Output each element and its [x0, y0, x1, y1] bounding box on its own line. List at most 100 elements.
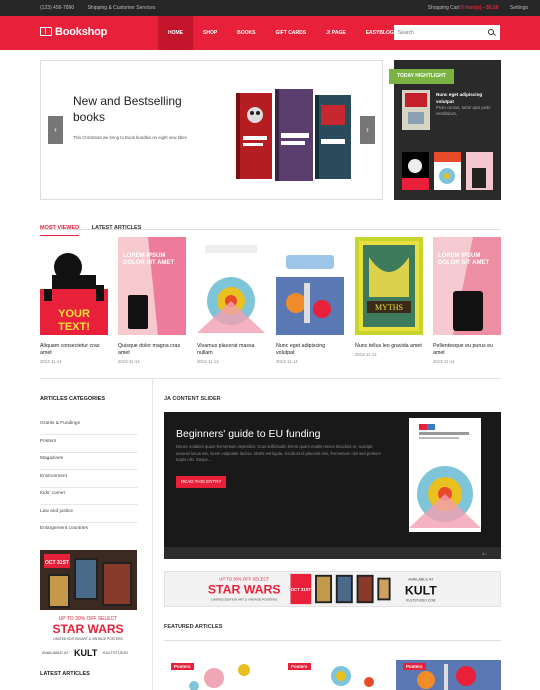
- category-link[interactable]: Environment: [40, 470, 138, 488]
- svg-text:YOUR: YOUR: [58, 308, 90, 320]
- side-ad-subtitle: LIMITED EDITION ART & VINTAGE POSTERS: [53, 637, 123, 641]
- cart-link[interactable]: Shopping Cart 0 item(s) - $0.00: [418, 5, 499, 11]
- highlight-book-thumb[interactable]: [402, 90, 430, 130]
- book-title: Aliquam consectetur cras amet: [40, 343, 100, 356]
- tab-latest-articles[interactable]: LATEST ARTICLES: [92, 225, 142, 235]
- featured-article[interactable]: Posters: [164, 660, 269, 690]
- top-bar: (123) 456-7890 Shipping & Customer Servi…: [0, 0, 540, 16]
- banner-promo: UP TO 30% OFF SELECT: [219, 577, 269, 582]
- book-cover: LOREM IPSUMDOLOR SIT AMET: [433, 237, 501, 335]
- article-tabs: MOST VIEWED LATEST ARTICLES: [40, 216, 501, 236]
- book-date: 2013-11-14: [40, 359, 62, 364]
- book-cover: YOURTEXT!: [40, 237, 108, 335]
- category-badge[interactable]: Posters: [288, 663, 311, 670]
- latest-articles-heading: LATEST ARTICLES: [40, 671, 90, 677]
- star-wars-banner[interactable]: UP TO 30% OFF SELECT STAR WARS LIMITED E…: [164, 571, 501, 607]
- tab-most-viewed[interactable]: MOST VIEWED: [40, 225, 80, 236]
- divider: [152, 378, 153, 690]
- slider-subtitle: This Christmas we bring to Book bundles …: [73, 135, 187, 140]
- book-date: 2013-11-14: [276, 359, 298, 364]
- book-date: 2013-11-14: [355, 352, 377, 357]
- category-badge[interactable]: Posters: [171, 663, 194, 670]
- nav-gift-cards[interactable]: GIFT CARDS: [266, 16, 317, 50]
- banner-kult: KULT: [405, 584, 437, 598]
- main-nav: HOME SHOP BOOKS GIFT CARDS J! PAGE EASYB…: [158, 16, 404, 50]
- side-ad-banner[interactable]: OCT 31ST UP TO 30% OFF SELECT STAR WARS …: [40, 550, 137, 660]
- category-link[interactable]: Magazines: [40, 452, 138, 470]
- book-title: Nunc eget adipiscing volutpat: [276, 343, 326, 356]
- book-title: Pellentesque eu purus eu amet: [433, 343, 494, 356]
- category-link[interactable]: Enlargement countries: [40, 522, 138, 540]
- nav-j-page[interactable]: J! PAGE: [316, 16, 356, 50]
- today-highlight: TODAY HIGHTLIGHT Nunc eget adipiscing vo…: [389, 60, 501, 200]
- nav-shop[interactable]: SHOP: [193, 16, 227, 50]
- highlight-thumbnails[interactable]: [402, 152, 494, 192]
- featured-heading: FEATURED ARTICLES: [164, 624, 501, 641]
- book-date: 2013-11-14: [433, 359, 455, 364]
- svg-text:DOLOR SIT AMET: DOLOR SIT AMET: [438, 260, 489, 266]
- side-ad-available: AVAILABLE AT: [42, 650, 69, 655]
- category-badge[interactable]: Posters: [403, 663, 426, 670]
- shipping-link[interactable]: Shipping & Customer Services: [88, 5, 156, 11]
- book-icon: [40, 27, 52, 36]
- category-link[interactable]: Grants & Fundings: [40, 417, 138, 435]
- nav-books[interactable]: BOOKS: [227, 16, 265, 50]
- book-card[interactable]: LOREM IPSUM DOLOR SIT AMET Pellentesque e…: [433, 237, 501, 364]
- book-cover: MYTHS: [355, 237, 423, 335]
- featured-article[interactable]: Posters: [396, 660, 501, 690]
- content-slider: Beginners' guide to EU funding Donec sod…: [164, 412, 501, 559]
- slider-title: New and Bestselling books: [73, 94, 182, 124]
- content-slider-image: [409, 418, 481, 532]
- content-slider-heading: JA CONTENT SLIDER: [164, 396, 221, 402]
- book-title: Nunc tellus leo gravida amet: [355, 343, 422, 349]
- category-link[interactable]: Law and justice: [40, 505, 138, 523]
- featured-article[interactable]: Posters: [281, 660, 386, 690]
- svg-text:MYTHS: MYTHS: [375, 303, 403, 312]
- svg-text:LOREM IPSUM: LOREM IPSUM: [123, 253, 165, 259]
- categories-heading: ARTICLES CATEGORIES: [40, 396, 105, 402]
- book-title: Vivamus placerat massa nullam: [197, 343, 255, 356]
- category-link[interactable]: Posters: [40, 435, 138, 453]
- book-card[interactable]: YOUR TEXT! Aliquam consectetur cras amet …: [40, 237, 108, 364]
- search-icon[interactable]: [488, 29, 494, 35]
- today-highlight-heading: TODAY HIGHTLIGHT: [389, 69, 454, 84]
- banner-site: KULTSTUDIO.COM: [406, 598, 435, 602]
- header: Bookshop HOME SHOP BOOKS GIFT CARDS J! P…: [0, 16, 540, 50]
- book-date: 2013-11-14: [197, 359, 219, 364]
- book-card[interactable]: Vivamus placerat massa nullam 2013-11-14: [197, 237, 265, 364]
- settings-link[interactable]: Settings: [510, 5, 528, 11]
- category-link[interactable]: Kids' corner: [40, 487, 138, 505]
- pagination-icon[interactable]: ●○: [482, 551, 487, 556]
- svg-text:DOLOR SIT AMET: DOLOR SIT AMET: [123, 260, 174, 266]
- nav-home[interactable]: HOME: [158, 16, 193, 50]
- book-cover: [197, 237, 265, 335]
- content-slider-bar: [164, 547, 501, 559]
- hero-slider: New and Bestselling books This Christmas…: [40, 60, 383, 200]
- svg-text:TEXT!: TEXT!: [58, 321, 90, 333]
- logo[interactable]: Bookshop: [40, 26, 107, 38]
- content-slider-title[interactable]: Beginners' guide to EU funding: [176, 428, 320, 440]
- banner-date: OCT 31ST: [291, 587, 312, 592]
- book-card[interactable]: Nunc eget adipiscing volutpat 2013-11-14: [276, 237, 344, 364]
- highlight-text: Proin cursus, tortor quis pede vestibulu…: [436, 105, 491, 116]
- book-card[interactable]: LOREM IPSUM DOLOR SIT AMET Quisque dolor …: [118, 237, 186, 364]
- side-ad-brand: STAR WARS: [52, 622, 123, 636]
- slider-books-image: [236, 89, 351, 181]
- book-cover: LOREM IPSUMDOLOR SIT AMET: [118, 237, 186, 335]
- banner-available: AVAILABLE AT: [408, 578, 434, 582]
- side-ad-site: KULTSTUDIO: [103, 650, 128, 655]
- banner-brand: STAR WARS: [208, 583, 281, 597]
- book-card[interactable]: MYTHS Nunc tellus leo gravida amet 2013-…: [355, 237, 423, 357]
- slider-prev-button[interactable]: ‹: [48, 116, 63, 144]
- highlight-title[interactable]: Nunc eget adipiscing volutpat: [436, 92, 494, 105]
- search-input[interactable]: [394, 25, 500, 40]
- side-ad-kult: KULT: [74, 648, 98, 658]
- divider: [40, 378, 501, 379]
- book-date: 2013-11-14: [118, 359, 140, 364]
- book-cover: [276, 237, 344, 335]
- book-title: Quisque dolor magna cras amet: [118, 343, 181, 356]
- read-entry-button[interactable]: READ THIS ENTRY: [176, 476, 227, 488]
- svg-text:LOREM IPSUM: LOREM IPSUM: [438, 253, 480, 259]
- side-ad-date: OCT 31ST: [45, 560, 69, 566]
- banner-subtitle: LIMITED EDITION ART & VINTAGE POSTERS: [211, 597, 276, 601]
